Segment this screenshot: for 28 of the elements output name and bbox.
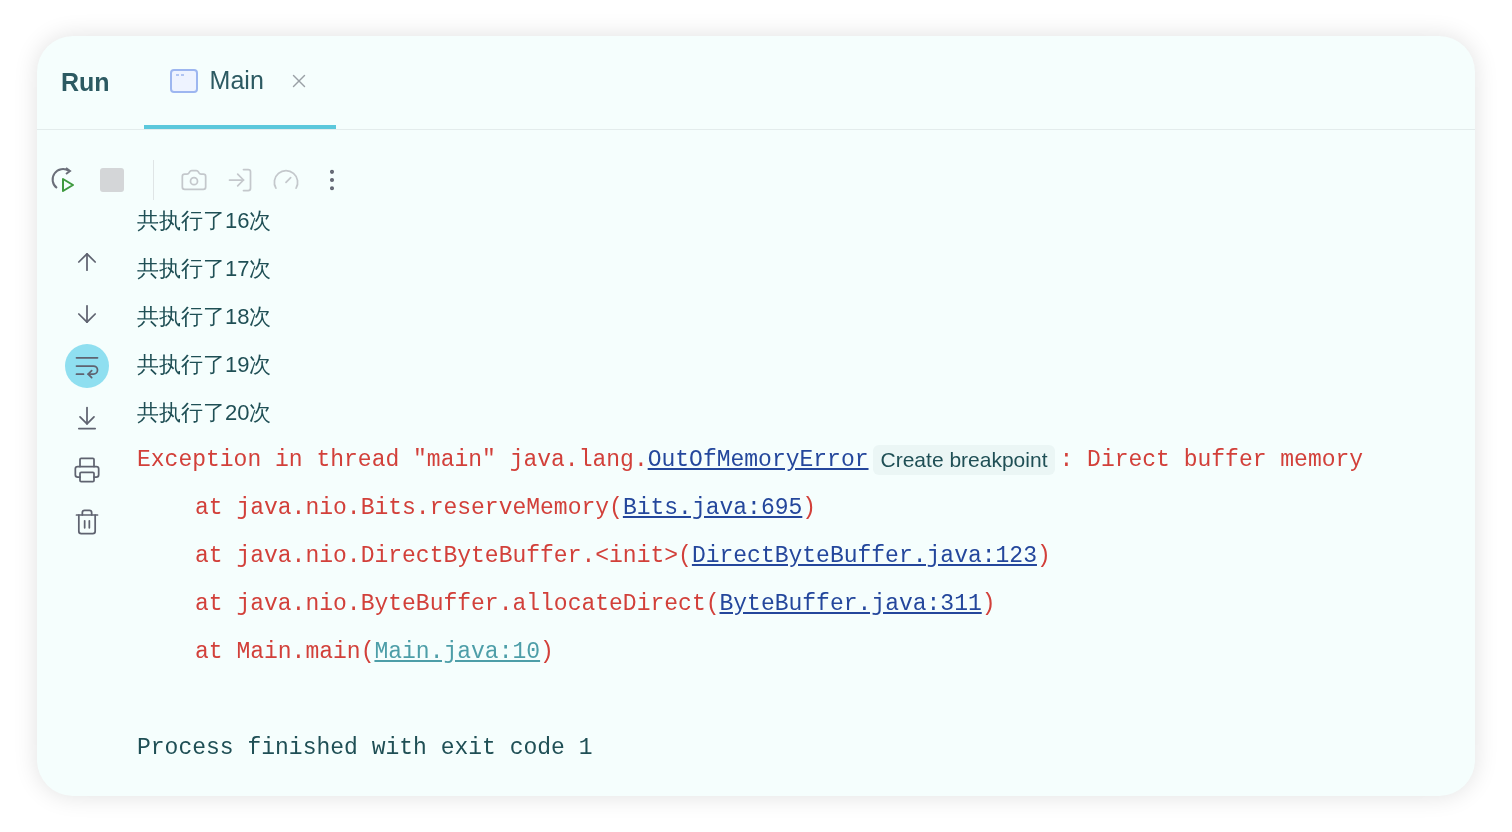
printer-icon bbox=[73, 456, 101, 484]
console-text: ) bbox=[1036, 541, 1051, 571]
window-icon bbox=[169, 69, 198, 93]
panel-title: Run bbox=[61, 67, 110, 99]
console-text: at java.nio.Bits.reserveMemory( bbox=[195, 493, 623, 523]
console-text: at java.nio.ByteBuffer.allocateDirect( bbox=[195, 589, 720, 619]
console-text: ) bbox=[540, 637, 554, 667]
console-text: 共执行了20次 bbox=[137, 398, 272, 427]
source-link[interactable]: DirectByteBuffer.java:123 bbox=[691, 538, 1037, 574]
console-text: Exception in thread "main" java.lang. bbox=[137, 445, 648, 475]
wrap-button[interactable] bbox=[65, 344, 109, 388]
source-link[interactable]: Bits.java:695 bbox=[622, 490, 803, 526]
console-text: ) bbox=[981, 589, 996, 619]
console-text: 共执行了16次 bbox=[137, 206, 272, 235]
source-link[interactable]: OutOfMemoryError bbox=[647, 442, 869, 478]
create-breakpoint-hint[interactable]: Create breakpoint bbox=[872, 445, 1056, 475]
console-text: at Main.main( bbox=[195, 637, 375, 667]
console-text: : Direct buffer memory bbox=[1059, 445, 1364, 475]
tab[interactable]: Main bbox=[143, 37, 336, 129]
trash-icon bbox=[73, 508, 101, 536]
source-link[interactable]: ByteBuffer.java:311 bbox=[719, 586, 982, 622]
tab-label: Main bbox=[209, 65, 264, 97]
console-text: at java.nio.DirectByteBuffer.<init>( bbox=[195, 541, 692, 571]
console-text: 共执行了19次 bbox=[137, 350, 272, 379]
console-text: ) bbox=[802, 493, 817, 523]
console-text: 共执行了17次 bbox=[137, 254, 272, 283]
console-text: Process finished with exit code 1 bbox=[137, 733, 593, 763]
console-text: 共执行了18次 bbox=[137, 302, 272, 331]
